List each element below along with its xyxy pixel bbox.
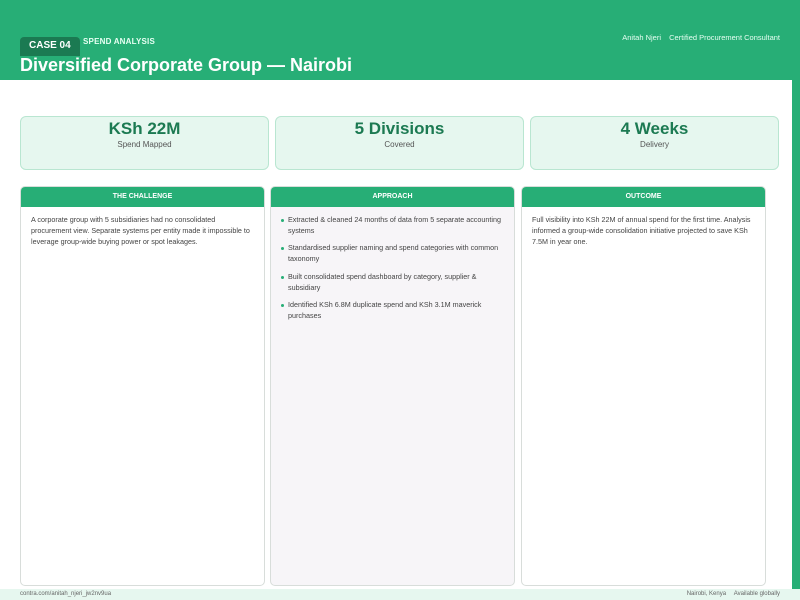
footer: contra.com/anitah_njeri_jw2nv9ua Nairobi… [0, 589, 800, 600]
outcome-text: Full visibility into KSh 22M of annual s… [532, 215, 751, 247]
bullet-icon [281, 303, 284, 307]
stat-value: 5 Divisions [354, 119, 445, 138]
approach-panel: APPROACH Extracted & cleaned 24 months o… [270, 186, 515, 586]
approach-item-text: Identified KSh 6.8M duplicate spend and … [288, 299, 482, 321]
approach-list: Extracted & cleaned 24 months of data fr… [281, 214, 504, 321]
bullet-icon [281, 219, 284, 222]
consultant-title: Certified Procurement Consultant [669, 33, 780, 42]
bullet-icon [281, 275, 284, 279]
list-item: Extracted & cleaned 24 months of data fr… [281, 214, 504, 236]
approach-item-text: Built consolidated spend dashboard by ca… [288, 271, 477, 292]
stat-card-spend: KSh 22M Spend Mapped [20, 116, 269, 170]
footer-meta: Nairobi, Kenya Available globally [687, 591, 780, 597]
accent-strip [792, 80, 800, 600]
stat-label: Delivery [640, 140, 669, 149]
location-text: Nairobi, Kenya [686, 591, 727, 597]
page-title: Diversified Corporate Group — Nairobi [20, 55, 353, 75]
stat-label: Covered [384, 140, 415, 149]
challenge-panel: THE CHALLENGE A corporate group with 5 s… [20, 186, 265, 586]
consultant-name: Anitah Njeri [622, 33, 662, 42]
outcome-heading: OUTCOME [522, 187, 765, 207]
header-band: CASE 04 SPEND ANALYSIS Anitah Njeri Cert… [0, 0, 800, 80]
approach-item-text: Standardised supplier naming and spend c… [288, 243, 499, 264]
consultant-info: Anitah Njeri Certified Procurement Consu… [622, 33, 780, 42]
approach-item-text: Extracted & cleaned 24 months of data fr… [288, 215, 501, 236]
approach-heading: APPROACH [271, 187, 514, 207]
list-item: Built consolidated spend dashboard by ca… [281, 271, 504, 293]
list-item: Identified KSh 6.8M duplicate spend and … [281, 299, 504, 321]
case-badge: CASE 04 [20, 37, 80, 56]
availability-text: Available globally [733, 591, 780, 597]
stat-value: KSh 22M [108, 119, 181, 138]
stat-card-divisions: 5 Divisions Covered [275, 116, 524, 170]
challenge-heading: THE CHALLENGE [21, 187, 264, 207]
stat-value: 4 Weeks [620, 119, 689, 138]
category-label: SPEND ANALYSIS [83, 37, 156, 46]
profile-link[interactable]: contra.com/anitah_njeri_jw2nv9ua [20, 591, 111, 597]
outcome-panel: OUTCOME Full visibility into KSh 22M of … [521, 186, 766, 586]
list-item: Standardised supplier naming and spend c… [281, 242, 504, 264]
challenge-text: A corporate group with 5 subsidiaries ha… [31, 215, 250, 247]
bullet-icon [281, 247, 284, 251]
stat-label: Spend Mapped [117, 140, 172, 149]
stat-card-delivery: 4 Weeks Delivery [530, 116, 779, 170]
